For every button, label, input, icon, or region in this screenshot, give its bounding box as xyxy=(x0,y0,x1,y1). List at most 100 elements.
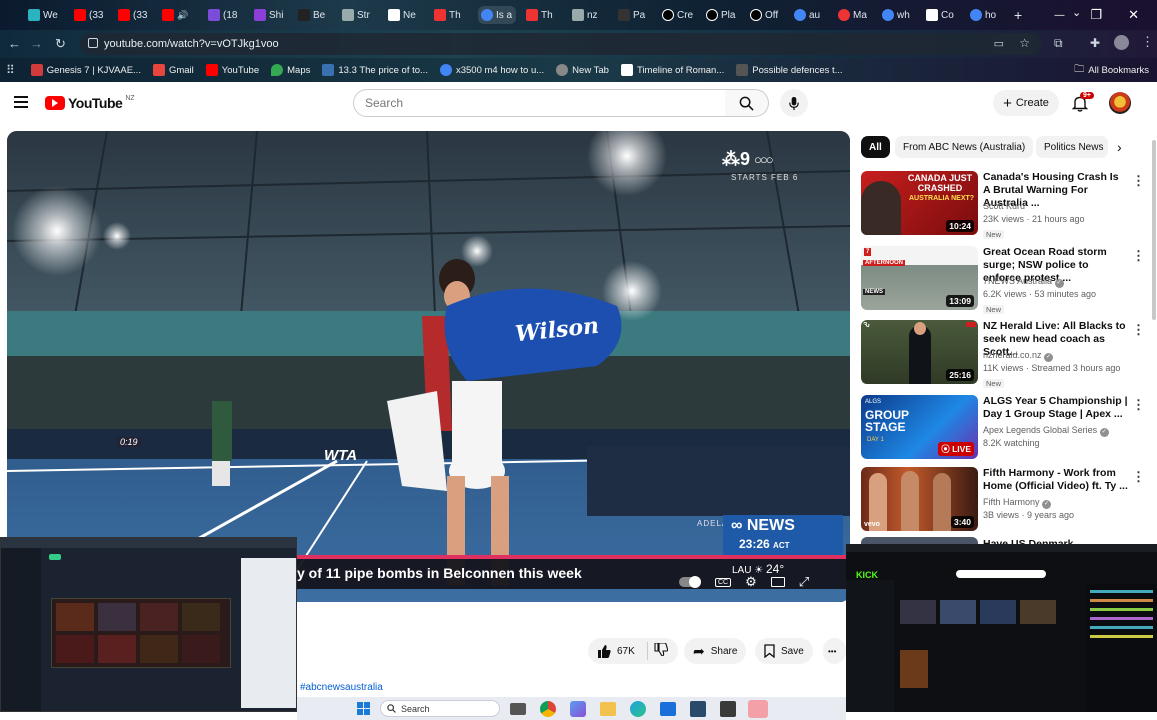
browser-tab[interactable]: Ma xyxy=(838,6,872,24)
kebab-menu-icon[interactable]: ⋮ xyxy=(1141,34,1154,50)
browser-tab[interactable]: au xyxy=(794,6,828,24)
chrome-icon[interactable] xyxy=(540,700,556,717)
chip-from-abc-news[interactable]: From ABC News (Australia) xyxy=(895,136,1034,158)
account-avatar[interactable] xyxy=(1109,92,1131,114)
browser-tab-active[interactable]: Is a xyxy=(478,6,516,24)
extensions-icon[interactable]: ⧉ xyxy=(1054,36,1063,51)
like-button[interactable]: 67K xyxy=(597,644,635,658)
browser-tab[interactable]: Th xyxy=(526,6,560,24)
kebab-menu-icon[interactable]: ⋮ xyxy=(1132,173,1145,189)
bookmark-item[interactable]: Maps xyxy=(271,64,310,76)
channel-name[interactable]: Fifth Harmony ✓ xyxy=(983,497,1052,509)
youtube-logo[interactable]: YouTube NZ xyxy=(45,95,135,111)
browser-tab[interactable]: Th xyxy=(434,6,468,24)
channel-name[interactable]: 7NEWS Australia ✓ xyxy=(983,276,1064,288)
overlay-window-left[interactable] xyxy=(0,537,297,712)
channel-name[interactable]: Apex Legends Global Series ✓ xyxy=(983,425,1109,437)
app-icon[interactable] xyxy=(570,700,586,717)
maximize-button[interactable]: ❐ xyxy=(1090,7,1102,23)
create-button[interactable]: + Create xyxy=(993,90,1059,116)
browser-tab[interactable]: We xyxy=(28,6,60,24)
kebab-menu-icon[interactable]: ⋮ xyxy=(1132,469,1145,485)
video-thumbnail[interactable]: 7 AFTERNOON NEWS 13:09 xyxy=(861,246,978,310)
browser-tab[interactable]: Pla xyxy=(706,6,740,24)
channel-name[interactable]: nzherald.co.nz ✓ xyxy=(983,350,1054,362)
browser-tab[interactable]: (33 xyxy=(74,6,106,24)
share-button[interactable]: ➦ Share xyxy=(684,638,747,664)
video-thumbnail[interactable]: vevo 3:40 xyxy=(861,467,978,531)
browser-tab[interactable]: Cre xyxy=(662,6,696,24)
search-button[interactable] xyxy=(725,89,769,117)
browser-tab[interactable]: Pa xyxy=(618,6,650,24)
puzzle-icon[interactable]: ✚ xyxy=(1090,36,1100,50)
chevron-down-icon[interactable]: ⌄ xyxy=(1072,6,1081,19)
channel-name[interactable]: Scott Kuru xyxy=(983,201,1025,211)
bookmark-item[interactable]: Gmail xyxy=(152,64,194,76)
scrollbar-thumb[interactable] xyxy=(1152,140,1156,320)
kebab-menu-icon[interactable]: ⋮ xyxy=(1132,248,1145,264)
bookmark-item[interactable]: YouTube xyxy=(205,64,259,76)
back-arrow-icon[interactable]: ← xyxy=(8,36,21,51)
video-player[interactable]: Wilson WTA ADELAIDE 0:19 ⁂9 ○○○ STARTS F… xyxy=(7,131,850,602)
captions-icon[interactable]: CC xyxy=(715,577,732,587)
profile-avatar[interactable] xyxy=(1114,35,1129,50)
bookmark-star-icon[interactable]: ☆ xyxy=(1019,36,1030,50)
edge-icon[interactable] xyxy=(630,700,646,717)
bookmark-item[interactable]: Possible defences t... xyxy=(736,64,843,76)
dislike-button[interactable] xyxy=(654,642,669,659)
recommendation-item[interactable]: CANADA JUST CRASHED AUSTRALIA NEXT? 10:2… xyxy=(861,171,1145,239)
voice-search-button[interactable] xyxy=(780,89,808,117)
store-icon[interactable] xyxy=(690,700,706,717)
notifications-button[interactable]: 9+ xyxy=(1071,92,1094,117)
browser-tab[interactable]: wh xyxy=(882,6,916,24)
taskbar-search[interactable]: Search xyxy=(380,700,500,717)
forward-arrow-icon[interactable]: → xyxy=(30,36,43,51)
address-bar[interactable]: youtube.com/watch?v=vOTJkg1voo ▭ ☆ xyxy=(80,33,1042,55)
browser-tab[interactable]: nz xyxy=(572,6,606,24)
fullscreen-icon[interactable]: ⤢ xyxy=(799,574,809,590)
browser-tab-active-audio[interactable]: 🔊 xyxy=(162,6,194,24)
save-button[interactable]: Save xyxy=(755,638,813,664)
apps-grid-icon[interactable]: ⠿ xyxy=(6,63,15,77)
kebab-menu-icon[interactable]: ⋮ xyxy=(1132,397,1145,413)
bookmark-item[interactable]: New Tab xyxy=(556,64,609,76)
all-bookmarks-button[interactable]: 🗀 All Bookmarks xyxy=(1074,62,1149,79)
video-title[interactable]: Fifth Harmony - Work from Home (Official… xyxy=(983,467,1128,493)
more-actions-button[interactable]: ••• xyxy=(823,638,846,664)
video-thumbnail[interactable]: Ԅ 25:16 xyxy=(861,320,978,384)
browser-tab[interactable]: Co xyxy=(926,6,960,24)
recommendation-item[interactable]: 7 AFTERNOON NEWS 13:09 Great Ocean Road … xyxy=(861,246,1145,314)
kebab-menu-icon[interactable]: ⋮ xyxy=(1132,322,1145,338)
browser-tab[interactable]: ho xyxy=(970,6,1006,24)
chevron-right-icon[interactable]: › xyxy=(1117,139,1122,155)
bookmark-item[interactable]: Genesis 7 | KJVAAE... xyxy=(30,64,141,76)
cast-icon[interactable]: ▭ xyxy=(994,37,1004,50)
bookmark-item[interactable]: Timeline of Roman... xyxy=(620,64,724,76)
browser-tab[interactable]: (33 xyxy=(118,6,150,24)
file-explorer-icon[interactable] xyxy=(600,701,616,716)
browser-tab[interactable]: Be xyxy=(298,6,330,24)
miniplayer-icon[interactable] xyxy=(770,577,785,587)
mail-icon[interactable] xyxy=(660,701,676,716)
bookmark-item[interactable]: x3500 m4 how to u... xyxy=(439,64,544,76)
autoplay-toggle[interactable] xyxy=(679,576,701,588)
browser-tab[interactable]: Off xyxy=(750,6,784,24)
video-title[interactable]: ALGS Year 5 Championship | Day 1 Group S… xyxy=(983,395,1128,421)
settings-gear-icon[interactable]: ⚙ xyxy=(745,574,757,590)
hamburger-menu-icon[interactable] xyxy=(14,96,28,108)
new-tab-button[interactable]: + xyxy=(1014,6,1028,24)
task-view-icon[interactable] xyxy=(510,702,526,715)
recommendation-item[interactable]: ALGS GROUP STAGE DAY 1 ⦿ LIVE ALGS Year … xyxy=(861,395,1145,463)
recommendation-item[interactable]: Ԅ 25:16 NZ Herald Live: All Blacks to se… xyxy=(861,320,1145,388)
bookmark-item[interactable]: 13.3 The price of to... xyxy=(322,64,428,76)
overlay-window-right[interactable]: KICK xyxy=(846,544,1157,712)
browser-tab[interactable]: Ne xyxy=(388,6,422,24)
browser-tab[interactable]: Shi xyxy=(254,6,286,24)
browser-tab[interactable]: (18 xyxy=(208,6,240,24)
chip-all[interactable]: All xyxy=(861,136,890,158)
app-icon-active[interactable] xyxy=(748,699,768,718)
video-thumbnail[interactable]: CANADA JUST CRASHED AUSTRALIA NEXT? 10:2… xyxy=(861,171,978,235)
chip-politics-news[interactable]: Politics News xyxy=(1036,136,1108,158)
hashtag-link[interactable]: #abcnewsaustralia xyxy=(300,682,383,693)
browser-tab[interactable]: Str xyxy=(342,6,378,24)
